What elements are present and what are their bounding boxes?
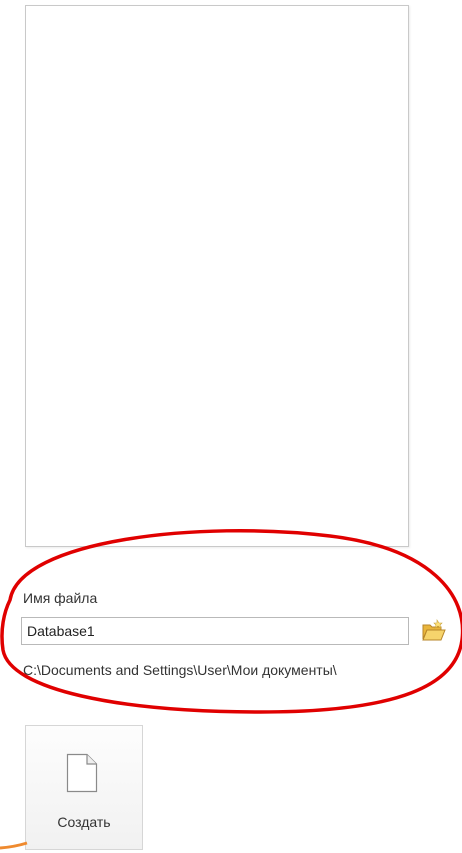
filename-input[interactable] [21, 617, 409, 645]
new-database-panel: Имя файла C:\Documents and Settings\User… [0, 0, 462, 853]
file-path-text: C:\Documents and Settings\User\Мои докум… [23, 662, 337, 678]
browse-folder-button[interactable] [421, 619, 447, 643]
create-button[interactable]: Создать [25, 725, 143, 850]
orange-arrow-pointer [0, 841, 28, 850]
template-preview-pane [25, 5, 409, 547]
folder-open-icon [422, 619, 446, 641]
blank-document-icon [66, 753, 98, 793]
create-button-label: Создать [57, 814, 111, 830]
filename-label: Имя файла [23, 590, 98, 606]
